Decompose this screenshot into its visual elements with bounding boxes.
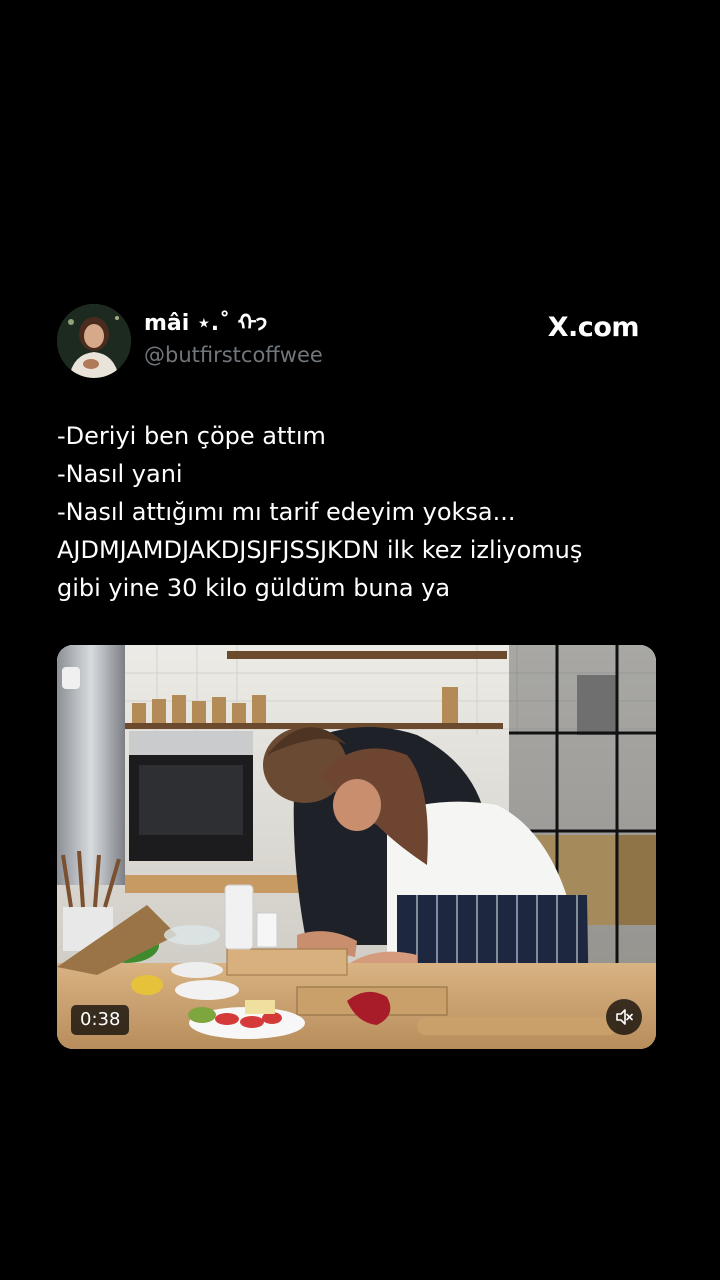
display-name[interactable]: mâi ⋆.˚ ᡣ𐭩 — [144, 310, 323, 338]
video-player[interactable]: 0:38 — [57, 645, 656, 1049]
user-handle[interactable]: @butfirstcoffwee — [144, 340, 323, 370]
tweet-text-line: -Nasıl yani — [57, 460, 183, 488]
avatar[interactable] — [57, 304, 131, 378]
author-names: mâi ⋆.˚ ᡣ𐭩 @butfirstcoffwee — [144, 310, 323, 370]
video-duration: 0:38 — [71, 1005, 130, 1035]
x-brand-logo: X.com — [547, 312, 640, 343]
tweet-text-line: -Deriyi ben çöpe attım — [57, 422, 326, 450]
tweet-text-line: gibi yine 30 kilo güldüm buna ya — [57, 574, 451, 602]
avatar-image — [57, 304, 131, 378]
tweet-text-line: AJDMJAMDJAKDJSJFJSSJKDN ilk kez izliyomu… — [57, 536, 583, 564]
tweet-header: mâi ⋆.˚ ᡣ𐭩 @butfirstcoffwee X.com — [57, 300, 657, 380]
mute-button[interactable] — [606, 999, 642, 1035]
tweet-card[interactable]: mâi ⋆.˚ ᡣ𐭩 @butfirstcoffwee X.com -Deriy… — [57, 300, 657, 1049]
video-frame — [57, 645, 656, 1049]
speaker-muted-icon — [616, 1009, 633, 1025]
tweet-text-line: -Nasıl attığımı mı tarif edeyim yoksa... — [57, 498, 516, 526]
tweet-text: -Deriyi ben çöpe attım -Nasıl yani -Nası… — [57, 417, 657, 607]
